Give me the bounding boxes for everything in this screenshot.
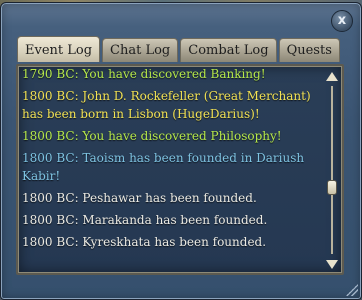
log-entry: 1800 BC: Taoism has been founded in Dari…	[22, 151, 305, 183]
log-entry: 1800 BC: Marakanda has been founded.	[22, 213, 268, 227]
scroll-thumb[interactable]	[327, 180, 337, 195]
log-entry: 1800 BC: Peshawar has been founded.	[22, 191, 257, 205]
scroll-down-arrow-icon[interactable]	[326, 260, 338, 269]
event-log-list[interactable]: 1790 BC: You have discovered Banking! 18…	[18, 66, 323, 273]
log-scrollbar[interactable]	[324, 72, 340, 269]
resize-grip-icon[interactable]	[346, 284, 358, 296]
close-icon: x	[337, 13, 347, 28]
tab-combat-log[interactable]: Combat Log	[180, 38, 277, 62]
tab-bar: Event Log Chat Log Combat Log Quests	[17, 36, 340, 64]
scroll-up-arrow-icon[interactable]	[326, 72, 338, 81]
event-log-window: x Event Log Chat Log Combat Log Quests 1…	[0, 2, 362, 300]
tab-chat-log[interactable]: Chat Log	[102, 38, 179, 62]
log-frame: 1790 BC: You have discovered Banking! 18…	[16, 64, 344, 275]
log-entry: 1800 BC: Kyreskhata has been founded.	[22, 235, 267, 249]
tab-quests[interactable]: Quests	[278, 38, 340, 62]
tab-event-log[interactable]: Event Log	[17, 36, 101, 62]
scroll-track[interactable]	[331, 86, 333, 254]
close-button[interactable]: x	[331, 10, 353, 32]
log-entry: 1800 BC: John D. Rockefeller (Great Merc…	[22, 89, 311, 121]
log-entry: 1790 BC: You have discovered Banking!	[22, 67, 266, 81]
log-entry: 1800 BC: You have discovered Philosophy!	[22, 129, 282, 143]
